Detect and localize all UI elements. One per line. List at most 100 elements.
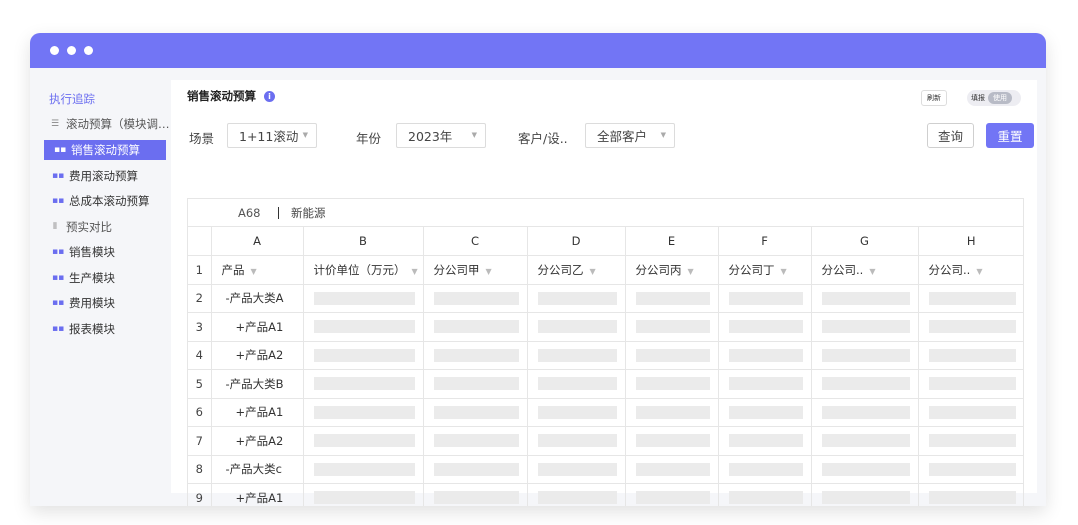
value-cell[interactable] — [303, 398, 424, 427]
sidebar-item[interactable]: ▪▪ 报表模块 — [30, 316, 171, 342]
column-letter[interactable]: B — [303, 227, 424, 256]
value-cell[interactable] — [811, 483, 919, 506]
value-cell[interactable] — [811, 341, 919, 370]
value-cell[interactable] — [811, 312, 919, 342]
product-cell[interactable]: -产品大类B — [211, 369, 304, 399]
value-cell[interactable] — [527, 483, 626, 506]
value-cell[interactable] — [718, 398, 812, 427]
value-cell[interactable] — [527, 369, 626, 399]
value-cell[interactable] — [423, 312, 528, 342]
value-cell[interactable] — [918, 284, 1024, 313]
value-cell[interactable] — [625, 483, 719, 506]
value-cell[interactable] — [625, 426, 719, 456]
value-cell[interactable] — [811, 284, 919, 313]
value-cell[interactable] — [527, 426, 626, 456]
product-cell[interactable]: +产品A2 — [211, 426, 304, 456]
header-cell[interactable]: 分公司乙 ▼ — [527, 255, 626, 285]
value-cell[interactable] — [625, 398, 719, 427]
header-cell[interactable]: 产品 ▼ — [211, 255, 304, 285]
header-cell[interactable]: 分公司.. ▼ — [811, 255, 919, 285]
sidebar-item[interactable]: ▪▪ 总成本滚动预算 — [30, 189, 171, 215]
header-cell[interactable]: 分公司甲 ▼ — [423, 255, 528, 285]
sidebar-item[interactable]: ▪▪ 费用模块 — [30, 291, 171, 317]
info-icon[interactable]: i — [264, 90, 275, 102]
value-cell[interactable] — [527, 312, 626, 342]
product-cell[interactable]: +产品A1 — [211, 312, 304, 342]
value-cell[interactable] — [423, 483, 528, 506]
value-cell[interactable] — [303, 483, 424, 506]
cell-reference[interactable]: A68 — [188, 206, 278, 220]
sidebar-item[interactable]: ▪▪ 费用滚动预算 — [30, 163, 171, 189]
value-cell[interactable] — [811, 369, 919, 399]
value-cell[interactable] — [303, 341, 424, 370]
header-cell[interactable]: 计价单位（万元） ▼ — [303, 255, 424, 285]
value-cell[interactable] — [811, 455, 919, 484]
header-cell[interactable]: 分公司丁 ▼ — [718, 255, 812, 285]
customer-select[interactable]: 全部客户 ▼ — [585, 123, 675, 148]
value-cell[interactable] — [423, 284, 528, 313]
column-letter[interactable]: H — [918, 227, 1024, 256]
query-button[interactable]: 查询 — [927, 123, 974, 148]
value-cell[interactable] — [718, 455, 812, 484]
sidebar-item[interactable]: ▪▪ 销售模块 — [30, 240, 171, 266]
value-cell[interactable] — [527, 455, 626, 484]
fill-mode-toggle[interactable]: 填报 使用 — [967, 90, 1021, 106]
value-cell[interactable] — [423, 341, 528, 370]
window-dot-icon[interactable] — [67, 46, 76, 55]
filter-icon[interactable]: ▼ — [412, 267, 418, 276]
column-letter[interactable]: C — [423, 227, 528, 256]
value-cell[interactable] — [625, 312, 719, 342]
value-cell[interactable] — [718, 312, 812, 342]
scene-select[interactable]: 1+11滚动 ▼ — [227, 123, 317, 148]
column-letter[interactable]: G — [811, 227, 919, 256]
value-cell[interactable] — [918, 341, 1024, 370]
value-cell[interactable] — [718, 426, 812, 456]
product-cell[interactable]: -产品大类A — [211, 284, 304, 313]
sidebar-item[interactable]: ☰ 滚动预算（模块调… — [30, 112, 171, 138]
value-cell[interactable] — [811, 398, 919, 427]
value-cell[interactable] — [303, 312, 424, 342]
filter-icon[interactable]: ▼ — [688, 267, 694, 276]
filter-icon[interactable]: ▼ — [486, 267, 492, 276]
sidebar-item[interactable]: 执行追踪 — [30, 86, 171, 112]
filter-icon[interactable]: ▼ — [869, 267, 875, 276]
value-cell[interactable] — [527, 284, 626, 313]
value-cell[interactable] — [718, 341, 812, 370]
value-cell[interactable] — [527, 341, 626, 370]
value-cell[interactable] — [718, 369, 812, 399]
value-cell[interactable] — [625, 455, 719, 484]
value-cell[interactable] — [625, 284, 719, 313]
product-cell[interactable]: +产品A2 — [211, 341, 304, 370]
value-cell[interactable] — [918, 398, 1024, 427]
filter-icon[interactable]: ▼ — [590, 267, 596, 276]
value-cell[interactable] — [303, 284, 424, 313]
sidebar-item[interactable]: ▪▪ 销售滚动预算 — [44, 140, 166, 160]
value-cell[interactable] — [918, 369, 1024, 399]
product-cell[interactable]: +产品A1 — [211, 398, 304, 427]
value-cell[interactable] — [918, 312, 1024, 342]
value-cell[interactable] — [423, 455, 528, 484]
reset-button[interactable]: 重置 — [986, 123, 1034, 148]
header-cell[interactable]: 分公司丙 ▼ — [625, 255, 719, 285]
column-letter[interactable]: E — [625, 227, 719, 256]
value-cell[interactable] — [527, 398, 626, 427]
value-cell[interactable] — [918, 455, 1024, 484]
value-cell[interactable] — [625, 369, 719, 399]
value-cell[interactable] — [718, 284, 812, 313]
header-cell[interactable]: 分公司.. ▼ — [918, 255, 1024, 285]
column-letter[interactable]: A — [211, 227, 304, 256]
value-cell[interactable] — [625, 341, 719, 370]
value-cell[interactable] — [918, 426, 1024, 456]
value-cell[interactable] — [918, 483, 1024, 506]
value-cell[interactable] — [303, 455, 424, 484]
formula-value[interactable]: 新能源 — [291, 205, 326, 221]
column-letter[interactable]: D — [527, 227, 626, 256]
value-cell[interactable] — [423, 398, 528, 427]
product-cell[interactable]: +产品A1 — [211, 483, 304, 506]
year-select[interactable]: 2023年 ▼ — [396, 123, 486, 148]
sidebar-item[interactable]: ⦀ 预实对比 — [30, 214, 171, 240]
filter-icon[interactable]: ▼ — [976, 267, 982, 276]
value-cell[interactable] — [423, 369, 528, 399]
window-dot-icon[interactable] — [84, 46, 93, 55]
filter-icon[interactable]: ▼ — [781, 267, 787, 276]
